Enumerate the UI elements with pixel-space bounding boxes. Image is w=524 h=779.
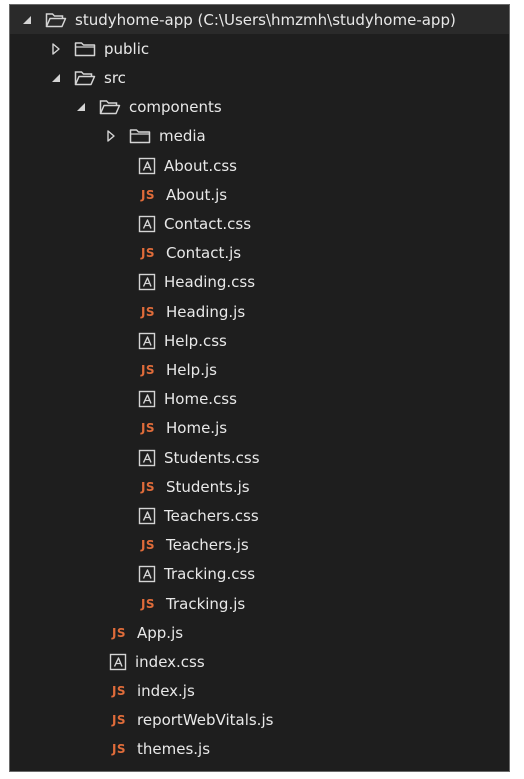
file-label: index.js [137, 681, 195, 700]
tree-row-file[interactable]: Students.css [10, 443, 509, 472]
file-label: Home.css [164, 390, 237, 409]
css-file-icon [138, 390, 156, 408]
media-folder-label: media [159, 126, 206, 145]
public-folder-label: public [104, 39, 150, 58]
file-label: Tracking.css [164, 565, 256, 584]
css-file-icon [138, 449, 156, 467]
js-file-icon: JS [111, 625, 127, 640]
file-label: Students.css [164, 448, 260, 467]
css-file-icon [138, 507, 156, 525]
tree-row-file[interactable]: Tracking.css [10, 560, 509, 589]
tree-row-public-folder[interactable]: public [10, 34, 509, 63]
tree-row-components-folder[interactable]: components [10, 92, 509, 121]
tree-row-src-folder[interactable]: src [10, 63, 509, 92]
file-label: Help.css [164, 331, 227, 350]
file-label: index.css [135, 652, 205, 671]
js-file-icon: JS [140, 421, 156, 436]
src-folder-label: src [104, 68, 126, 87]
js-file-icon: JS [140, 479, 156, 494]
tree-row-file[interactable]: JS reportWebVitals.js [10, 706, 509, 735]
chevron-expanded-icon[interactable] [48, 70, 64, 86]
tree-row-file[interactable]: JS App.js [10, 618, 509, 647]
tree-row-file[interactable]: JS Tracking.js [10, 589, 509, 618]
tree-row-root-folder[interactable]: studyhome-app (C:\Users\hmzmh\studyhome-… [10, 5, 509, 34]
tree-row-file[interactable]: JS index.js [10, 676, 509, 705]
tree-row-file[interactable]: JS themes.js [10, 735, 509, 764]
file-label: Contact.css [164, 214, 252, 233]
file-label: Home.js [166, 419, 228, 438]
tree-row-file[interactable]: JS Home.js [10, 414, 509, 443]
css-file-icon [138, 157, 156, 175]
file-label: Tracking.js [166, 594, 246, 613]
file-label: reportWebVitals.js [137, 711, 274, 730]
tree-row-file[interactable]: JS Students.js [10, 472, 509, 501]
tree-row-file[interactable]: Help.css [10, 326, 509, 355]
tree-row-file[interactable]: index.css [10, 647, 509, 676]
tree-row-file[interactable]: Home.css [10, 385, 509, 414]
file-label: Teachers.css [164, 506, 259, 525]
js-file-icon: JS [111, 742, 127, 757]
js-file-icon: JS [111, 683, 127, 698]
tree-row-media-folder[interactable]: media [10, 121, 509, 150]
tree-row-file[interactable]: About.css [10, 151, 509, 180]
file-label: About.css [164, 156, 237, 175]
file-label: Heading.css [164, 273, 256, 292]
tree-row-file[interactable]: Contact.css [10, 209, 509, 238]
js-file-icon: JS [140, 538, 156, 553]
folder-open-icon [74, 70, 96, 86]
chevron-collapsed-icon[interactable] [48, 41, 64, 57]
js-file-icon: JS [140, 362, 156, 377]
chevron-expanded-icon[interactable] [73, 99, 89, 115]
css-file-icon [138, 215, 156, 233]
folder-open-icon [45, 12, 67, 28]
chevron-expanded-icon[interactable] [19, 12, 35, 28]
chevron-collapsed-icon[interactable] [103, 128, 119, 144]
file-label: Teachers.js [166, 536, 249, 555]
components-folder-label: components [129, 97, 222, 116]
tree-row-file[interactable]: JS Help.js [10, 355, 509, 384]
css-file-icon [109, 653, 127, 671]
file-label: Contact.js [166, 244, 242, 263]
folder-icon [129, 128, 151, 144]
css-file-icon [138, 565, 156, 583]
file-explorer-panel: studyhome-app (C:\Users\hmzmh\studyhome-… [9, 4, 510, 772]
css-file-icon [138, 273, 156, 291]
file-label: themes.js [137, 740, 211, 759]
file-label: Heading.js [166, 302, 246, 321]
js-file-icon: JS [140, 304, 156, 319]
tree-row-file[interactable]: JS Heading.js [10, 297, 509, 326]
tree-row-file[interactable]: Heading.css [10, 268, 509, 297]
file-label: Students.js [166, 477, 250, 496]
js-file-icon: JS [140, 187, 156, 202]
file-label: About.js [166, 185, 228, 204]
tree-row-file[interactable]: JS Contact.js [10, 239, 509, 268]
js-file-icon: JS [140, 246, 156, 261]
tree-row-file[interactable]: JS About.js [10, 180, 509, 209]
file-label: Help.js [166, 360, 217, 379]
tree-row-file[interactable]: JS Teachers.js [10, 531, 509, 560]
js-file-icon: JS [140, 596, 156, 611]
root-folder-label: studyhome-app (C:\Users\hmzmh\studyhome-… [75, 10, 456, 29]
file-label: App.js [137, 623, 184, 642]
tree-row-file[interactable]: Teachers.css [10, 501, 509, 530]
js-file-icon: JS [111, 713, 127, 728]
folder-icon [74, 41, 96, 57]
folder-open-icon [99, 99, 121, 115]
css-file-icon [138, 332, 156, 350]
